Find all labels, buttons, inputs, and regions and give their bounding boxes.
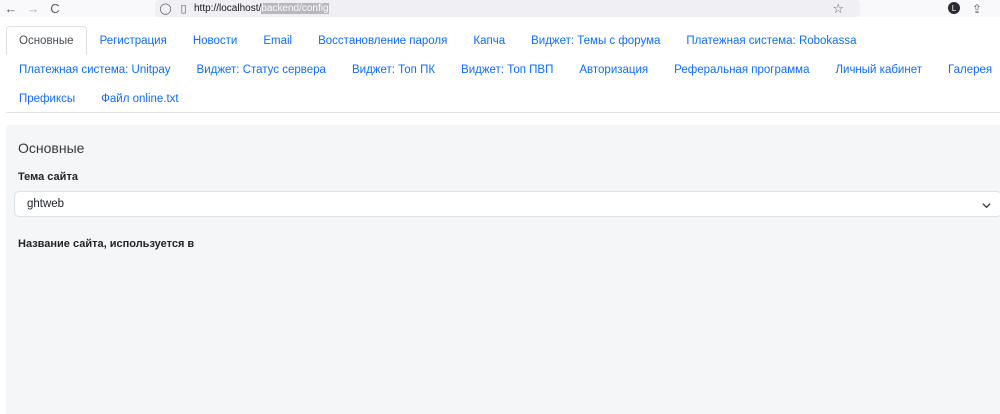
tab-row-2: Платежная система: Unitpay Виджет: Стату… (6, 55, 1000, 84)
tab-registration[interactable]: Регистрация (87, 26, 180, 55)
theme-label: Тема сайта (18, 171, 78, 183)
back-arrow-icon[interactable]: ← (0, 0, 22, 17)
page-icon[interactable]: ▯ (176, 2, 191, 15)
address-bar[interactable]: ◯ ▯ http://localhost/backend/config ☆ (155, 0, 860, 17)
tab-news[interactable]: Новости (180, 26, 251, 55)
tab-online-txt[interactable]: Файл online.txt (88, 84, 192, 113)
tab-widget-top-pvp[interactable]: Виджет: Топ ПВП (448, 55, 566, 84)
tab-email[interactable]: Email (250, 26, 305, 55)
tab-widget-top-pk[interactable]: Виджет: Топ ПК (339, 55, 448, 84)
settings-tabs: Основные Регистрация Новости Email Восст… (6, 26, 1000, 113)
tab-authorization[interactable]: Авторизация (566, 55, 661, 84)
extension-icon[interactable]: ⇪ (972, 0, 982, 17)
tab-captcha[interactable]: Капча (460, 26, 518, 55)
browser-toolbar: ← → C ◯ ▯ http://localhost/backend/confi… (0, 0, 1000, 17)
tab-unitpay[interactable]: Платежная система: Unitpay (6, 55, 184, 84)
site-name-label: Название сайта, используется в (18, 238, 195, 250)
tab-personal-account[interactable]: Личный кабинет (822, 55, 935, 84)
tab-main[interactable]: Основные (6, 26, 87, 55)
profile-icon[interactable]: L (948, 2, 960, 14)
star-icon[interactable]: ☆ (832, 0, 844, 17)
tab-widget-server-status[interactable]: Виджет: Статус сервера (184, 55, 339, 84)
tab-password-recovery[interactable]: Восстановление пароля (305, 26, 460, 55)
panel-title: Основные (18, 140, 85, 156)
theme-select-value: ghtweb (27, 198, 65, 210)
tab-gallery[interactable]: Галерея (935, 55, 1000, 84)
url-text[interactable]: http://localhost/backend/config (194, 3, 329, 14)
tab-row-1: Основные Регистрация Новости Email Восст… (6, 26, 1000, 55)
theme-select[interactable]: ghtweb (14, 191, 1000, 217)
tabs-divider (6, 112, 1000, 113)
tab-widget-forum-topics[interactable]: Виджет: Темы с форума (518, 26, 673, 55)
settings-panel: Основные Тема сайта ghtweb Название сайт… (6, 125, 1000, 414)
tab-robokassa[interactable]: Платежная система: Robokassa (673, 26, 869, 55)
chevron-down-icon (982, 197, 991, 210)
url-selected-text: backend/config (261, 3, 329, 14)
shield-icon[interactable]: ◯ (158, 2, 173, 15)
forward-arrow-icon[interactable]: → (22, 0, 44, 17)
reload-icon[interactable]: C (44, 0, 66, 17)
nav-buttons: ← → C (0, 0, 66, 17)
url-prefix: http://localhost/ (194, 3, 262, 14)
tab-referral-program[interactable]: Реферальная программа (661, 55, 822, 84)
tab-prefixes[interactable]: Префиксы (6, 84, 88, 113)
tab-row-3: Префиксы Файл online.txt (6, 84, 1000, 113)
